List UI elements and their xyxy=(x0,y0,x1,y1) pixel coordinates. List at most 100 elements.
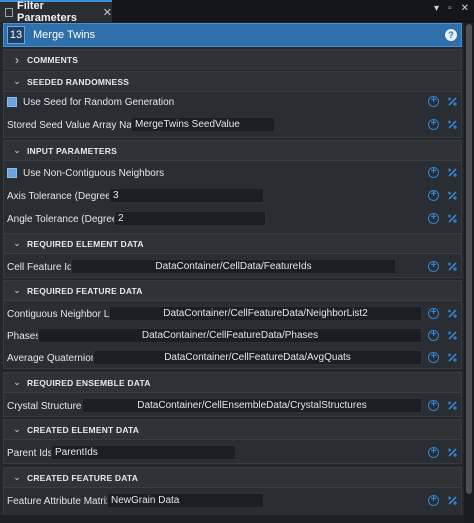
phases-row: Phases DataContainer/CellFeatureData/Pha… xyxy=(4,326,463,346)
add-icon[interactable]: + xyxy=(428,308,439,319)
group-header-req-feature[interactable]: ⌄ REQUIRED FEATURE DATA xyxy=(4,281,461,301)
group-header-input[interactable]: ⌄ INPUT PARAMETERS xyxy=(4,141,461,161)
non-contiguous-label: Use Non-Contiguous Neighbors xyxy=(23,167,165,179)
restore-icon[interactable]: ▫ xyxy=(448,3,452,14)
group-title: COMMENTS xyxy=(27,55,79,65)
axis-tolerance-label: Axis Tolerance (Degrees) xyxy=(7,190,120,202)
stored-seed-row: Stored Seed Value Array Name MergeTwins … xyxy=(4,115,463,135)
chevron-down-icon: ⌄ xyxy=(13,377,21,387)
tab-filter-parameters[interactable]: Filter Parameters ✕ xyxy=(0,0,112,24)
average-quaternions-label: Average Quaternions xyxy=(7,352,102,364)
filter-parameters-window: Filter Parameters ✕ ▾ ▫ ✕ 13 Merge Twins… xyxy=(0,0,474,523)
group-title: REQUIRED ELEMENT DATA xyxy=(27,238,144,249)
feature-attribute-matrix-label: Feature Attribute Matrix xyxy=(7,495,111,507)
add-icon[interactable]: + xyxy=(428,330,439,341)
link-off-icon[interactable] xyxy=(447,190,458,201)
chevron-down-icon: ⌄ xyxy=(13,472,21,482)
tab-title: Filter Parameters xyxy=(17,0,77,24)
non-contiguous-row: Use Non-Contiguous Neighbors + xyxy=(4,163,463,183)
feature-attribute-matrix-row: Feature Attribute Matrix NewGrain Data + xyxy=(4,491,463,511)
add-icon[interactable]: + xyxy=(428,352,439,363)
stored-seed-input[interactable]: MergeTwins SeedValue xyxy=(131,117,275,132)
angle-tolerance-label: Angle Tolerance (Degrees) xyxy=(7,213,126,225)
parameters-panel: 13 Merge Twins ? › COMMENTS ⌄ SEEDED RAN… xyxy=(0,22,464,523)
link-off-icon[interactable] xyxy=(447,330,458,341)
group-header-comments[interactable]: › COMMENTS xyxy=(4,50,461,70)
group-header-seeded[interactable]: ⌄ SEEDED RANDOMNESS xyxy=(4,72,461,92)
feature-attribute-matrix-input[interactable]: NewGrain Data xyxy=(107,493,264,508)
group-header-req-element[interactable]: ⌄ REQUIRED ELEMENT DATA xyxy=(4,234,461,254)
contiguous-neighbor-row: Contiguous Neighbor List DataContainer/C… xyxy=(4,304,463,324)
cell-feature-ids-select[interactable]: DataContainer/CellData/FeatureIds xyxy=(71,259,396,274)
filter-index: 13 xyxy=(7,26,25,44)
group-header-created-element[interactable]: ⌄ CREATED ELEMENT DATA xyxy=(4,420,461,440)
group-comments: › COMMENTS xyxy=(3,49,462,70)
cell-feature-ids-row: Cell Feature Ids DataContainer/CellData/… xyxy=(4,257,463,277)
link-off-icon[interactable] xyxy=(447,119,458,130)
angle-tolerance-row: Angle Tolerance (Degrees) 2 + xyxy=(4,209,463,229)
title-bar: Filter Parameters ✕ ▾ ▫ ✕ xyxy=(0,0,474,24)
angle-tolerance-input[interactable]: 2 xyxy=(114,211,266,226)
group-title: REQUIRED FEATURE DATA xyxy=(27,285,143,296)
axis-tolerance-row: Axis Tolerance (Degrees) 3 + xyxy=(4,186,463,206)
phases-select[interactable]: DataContainer/CellFeatureData/Phases xyxy=(38,328,422,343)
panel-icon xyxy=(5,7,14,17)
use-seed-label: Use Seed for Random Generation xyxy=(23,96,175,108)
use-seed-checkbox[interactable] xyxy=(7,97,17,107)
link-off-icon[interactable] xyxy=(447,447,458,458)
chevron-down-icon: ⌄ xyxy=(13,76,21,86)
group-title: SEEDED RANDOMNESS xyxy=(27,76,130,87)
link-off-icon[interactable] xyxy=(447,96,458,107)
group-title: INPUT PARAMETERS xyxy=(27,145,117,156)
non-contiguous-checkbox[interactable] xyxy=(7,168,17,178)
link-off-icon[interactable] xyxy=(447,167,458,178)
vertical-scrollbar[interactable] xyxy=(464,22,474,523)
average-quaternions-select[interactable]: DataContainer/CellFeatureData/AvgQuats xyxy=(93,350,422,365)
add-icon[interactable]: + xyxy=(428,400,439,411)
add-icon[interactable]: + xyxy=(428,96,439,107)
group-title: CREATED ELEMENT DATA xyxy=(27,424,140,435)
axis-tolerance-input[interactable]: 3 xyxy=(109,188,264,203)
window-controls: ▾ ▫ ✕ xyxy=(434,3,469,14)
add-icon[interactable]: + xyxy=(428,495,439,506)
group-header-req-ensemble[interactable]: ⌄ REQUIRED ENSEMBLE DATA xyxy=(4,373,461,393)
cell-feature-ids-label: Cell Feature Ids xyxy=(7,261,78,273)
group-title: REQUIRED ENSEMBLE DATA xyxy=(27,377,151,388)
dock-menu-icon[interactable]: ▾ xyxy=(434,3,439,14)
add-icon[interactable]: + xyxy=(428,167,439,178)
chevron-down-icon: ⌄ xyxy=(13,424,21,434)
tab-close-icon[interactable]: ✕ xyxy=(103,6,112,19)
add-icon[interactable]: + xyxy=(428,213,439,224)
parent-ids-input[interactable]: ParentIds xyxy=(51,445,236,460)
filter-header: 13 Merge Twins ? xyxy=(3,23,462,47)
link-off-icon[interactable] xyxy=(447,352,458,363)
chevron-right-icon: › xyxy=(15,53,19,67)
add-icon[interactable]: + xyxy=(428,261,439,272)
add-icon[interactable]: + xyxy=(428,447,439,458)
stored-seed-label: Stored Seed Value Array Name xyxy=(7,119,146,131)
group-header-created-feature[interactable]: ⌄ CREATED FEATURE DATA xyxy=(4,468,461,488)
panel-bottom-edge xyxy=(0,515,464,523)
group-seeded-randomness: ⌄ SEEDED RANDOMNESS Use Seed for Random … xyxy=(3,71,462,138)
chevron-down-icon: ⌄ xyxy=(13,145,21,155)
group-required-ensemble-data: ⌄ REQUIRED ENSEMBLE DATA Crystal Structu… xyxy=(3,372,462,417)
link-off-icon[interactable] xyxy=(447,400,458,411)
link-off-icon[interactable] xyxy=(447,261,458,272)
contiguous-neighbor-label: Contiguous Neighbor List xyxy=(7,308,120,320)
link-off-icon[interactable] xyxy=(447,308,458,319)
crystal-structures-select[interactable]: DataContainer/CellEnsembleData/CrystalSt… xyxy=(82,398,422,413)
close-window-icon[interactable]: ✕ xyxy=(461,3,469,14)
group-title: CREATED FEATURE DATA xyxy=(27,472,139,483)
link-off-icon[interactable] xyxy=(447,495,458,506)
add-icon[interactable]: + xyxy=(428,119,439,130)
scrollbar-thumb[interactable] xyxy=(466,24,472,494)
group-required-feature-data: ⌄ REQUIRED FEATURE DATA Contiguous Neigh… xyxy=(3,280,462,369)
link-off-icon[interactable] xyxy=(447,213,458,224)
add-icon[interactable]: + xyxy=(428,190,439,201)
phases-label: Phases xyxy=(7,330,41,342)
contiguous-neighbor-select[interactable]: DataContainer/CellFeatureData/NeighborLi… xyxy=(109,306,422,321)
average-quaternions-row: Average Quaternions DataContainer/CellFe… xyxy=(4,348,463,368)
chevron-down-icon: ⌄ xyxy=(13,285,21,295)
crystal-structures-label: Crystal Structures xyxy=(7,400,87,412)
help-icon[interactable]: ? xyxy=(445,29,457,41)
